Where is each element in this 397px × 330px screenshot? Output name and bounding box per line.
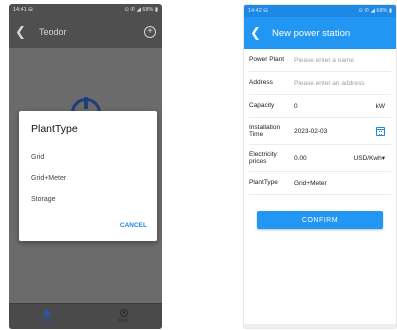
plant-type-row[interactable]: PlantType Grid+Meter — [249, 172, 391, 195]
plant-name-input[interactable]: Please enter a name — [289, 57, 391, 64]
status-icons: ⊟ — [263, 8, 268, 14]
cancel-button[interactable]: CANCEL — [120, 222, 147, 229]
back-icon[interactable]: ❮ — [15, 24, 31, 40]
page-title: New power station — [272, 27, 351, 39]
address-row: Address Please enter an address — [249, 72, 391, 95]
plant-name-label: Power Plant — [249, 56, 285, 64]
phone-screen-new-station: 14:42 ⊟ ⊙ ✆ ◢ 68% ▮ ❮ New power station … — [243, 4, 397, 329]
add-icon[interactable]: + — [144, 26, 156, 38]
status-icons: ⊟ — [28, 7, 33, 13]
status-time: 14:41 — [13, 7, 27, 13]
phone-screen-plant-type: 14:41 ⊟ ⊙ ✆ ◢ 68% ▮ ❮ Teodor + PlantType… — [9, 4, 162, 329]
status-bar: 14:41 ⊟ ⊙ ✆ ◢ 68% ▮ — [9, 4, 162, 16]
calendar-icon[interactable] — [376, 126, 385, 136]
plant-type-label: PlantType — [249, 179, 278, 187]
bottom-strip — [244, 324, 396, 328]
status-right: ⊙ ✆ ◢ 68% ▮ — [358, 8, 392, 14]
capacity-label: Capacity — [249, 102, 275, 110]
user-icon — [119, 309, 128, 317]
nav-plant-label: Plant — [41, 318, 53, 324]
nav-user[interactable]: User — [86, 304, 163, 329]
confirm-button[interactable]: CONFIRM — [257, 211, 383, 229]
install-time-row: Installation Time 2023-02-03 — [249, 118, 391, 145]
price-row: Electricity prices 0.00 USD/Kwh▾ — [249, 145, 391, 172]
install-time-label: Installation Time — [249, 123, 281, 138]
price-input[interactable]: 0.00 — [289, 155, 354, 162]
app-bar: ❮ Teodor + — [9, 16, 162, 48]
nav-user-label: User — [118, 318, 130, 324]
option-storage[interactable]: Storage — [31, 189, 145, 210]
address-label: Address — [249, 79, 273, 87]
address-input[interactable]: Please enter an address — [289, 80, 391, 87]
app-bar: ❮ New power station — [244, 17, 396, 49]
capacity-row: Capacity 0 kW — [249, 95, 391, 118]
nav-plant[interactable]: Plant — [9, 304, 86, 329]
currency-select[interactable]: USD/Kwh▾ — [354, 154, 391, 162]
plant-type-value[interactable]: Grid+Meter — [289, 180, 391, 187]
bottom-nav: Plant User — [9, 303, 162, 329]
page-title: Teodor — [39, 27, 67, 37]
capacity-input[interactable]: 0 — [289, 103, 376, 110]
status-bar: 14:42 ⊟ ⊙ ✆ ◢ 68% ▮ — [244, 5, 396, 17]
plant-type-dialog: PlantType Grid Grid+Meter Storage CANCEL — [19, 111, 157, 241]
dialog-title: PlantType — [31, 123, 78, 135]
option-grid[interactable]: Grid — [31, 147, 145, 168]
install-time-value[interactable]: 2023-02-03 — [289, 128, 376, 135]
status-time: 14:42 — [248, 8, 262, 14]
plant-name-row: Power Plant Please enter a name — [249, 49, 391, 72]
option-grid-meter[interactable]: Grid+Meter — [31, 168, 145, 189]
station-form: Power Plant Please enter a name Address … — [244, 49, 396, 195]
status-right: ⊙ ✆ ◢ 68% ▮ — [124, 7, 158, 13]
home-icon — [42, 309, 52, 317]
back-icon[interactable]: ❮ — [250, 25, 268, 41]
capacity-unit: kW — [375, 102, 385, 110]
price-label: Electricity prices — [249, 150, 277, 165]
